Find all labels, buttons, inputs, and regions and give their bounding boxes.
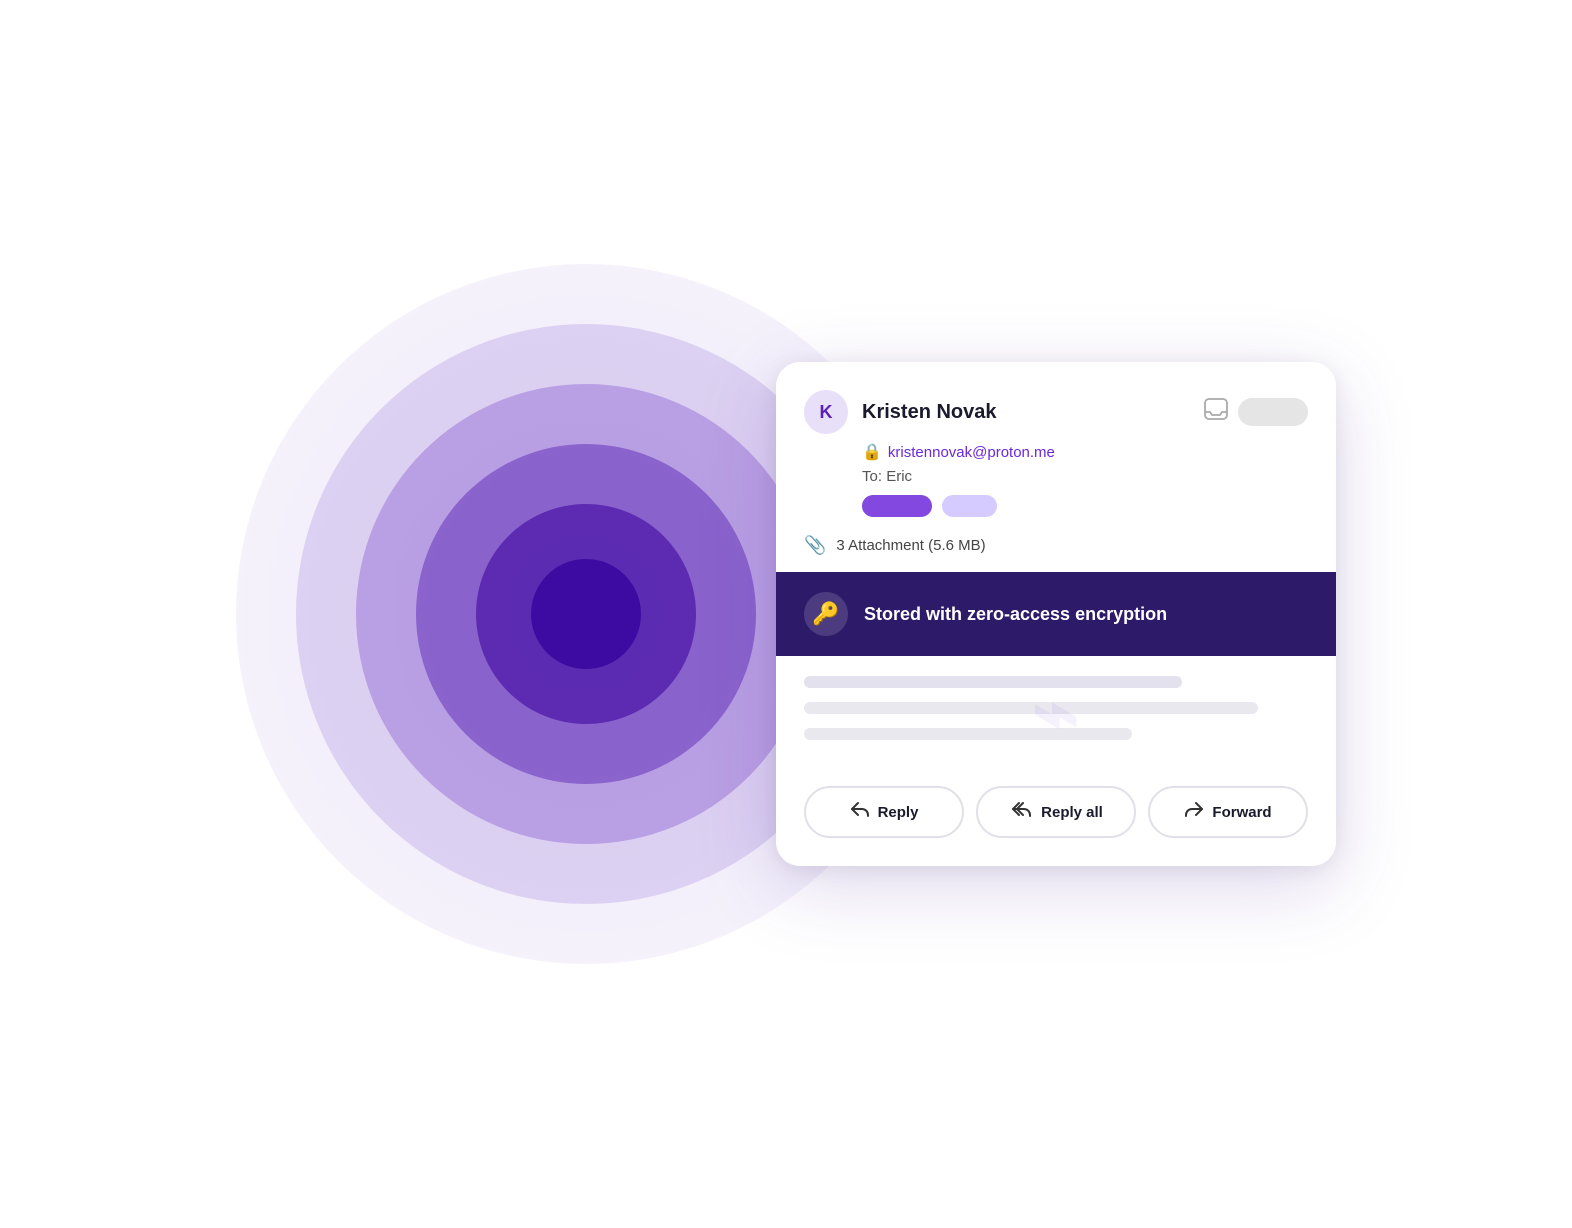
- sender-row: K Kristen Novak: [804, 390, 1308, 434]
- inbox-icon: [1204, 398, 1228, 426]
- to-name: Eric: [886, 468, 912, 485]
- forward-icon: [1184, 801, 1204, 824]
- forward-button[interactable]: Forward: [1148, 786, 1308, 838]
- to-row: To: Eric: [804, 468, 1308, 485]
- attachment-icon: 📎: [804, 535, 826, 556]
- reply-all-label: Reply all: [1041, 804, 1103, 821]
- avatar: K: [804, 390, 848, 434]
- circle-ring-6: [531, 559, 641, 669]
- scene: K Kristen Novak 🔒 kristennovak@prot: [236, 114, 1336, 1114]
- header-pill: [1238, 398, 1308, 426]
- reply-all-button[interactable]: Reply all: [976, 786, 1136, 838]
- card-header: K Kristen Novak 🔒 kristennovak@prot: [776, 362, 1336, 517]
- key-icon: 🔑: [804, 592, 848, 636]
- pill-lavender: [942, 495, 997, 517]
- body-line-1: [804, 676, 1182, 688]
- forward-label: Forward: [1212, 804, 1271, 821]
- reply-label: Reply: [878, 804, 919, 821]
- email-card: K Kristen Novak 🔒 kristennovak@prot: [776, 362, 1336, 866]
- body-line-3: [804, 728, 1132, 740]
- body-line-2: [804, 702, 1258, 714]
- email-body: ⌁: [776, 656, 1336, 770]
- reply-icon: [850, 801, 870, 824]
- encryption-banner: 🔑 Stored with zero-access encryption: [776, 572, 1336, 656]
- to-label: To:: [862, 468, 882, 485]
- reply-all-icon: [1009, 801, 1033, 824]
- attachment-row: 📎 3 Attachment (5.6 MB): [776, 535, 1336, 572]
- lock-icon: 🔒: [862, 442, 882, 462]
- pill-purple: [862, 495, 932, 517]
- attachment-text: 3 Attachment (5.6 MB): [836, 537, 985, 554]
- sender-left: K Kristen Novak: [804, 390, 997, 434]
- encryption-text: Stored with zero-access encryption: [864, 604, 1167, 625]
- email-address-row: 🔒 kristennovak@proton.me: [804, 442, 1308, 462]
- reply-button[interactable]: Reply: [804, 786, 964, 838]
- email-address: kristennovak@proton.me: [888, 444, 1055, 461]
- sender-name: Kristen Novak: [862, 401, 997, 424]
- action-buttons: Reply Reply all: [776, 770, 1336, 866]
- pills-row: [804, 495, 1308, 517]
- header-actions: [1204, 398, 1308, 426]
